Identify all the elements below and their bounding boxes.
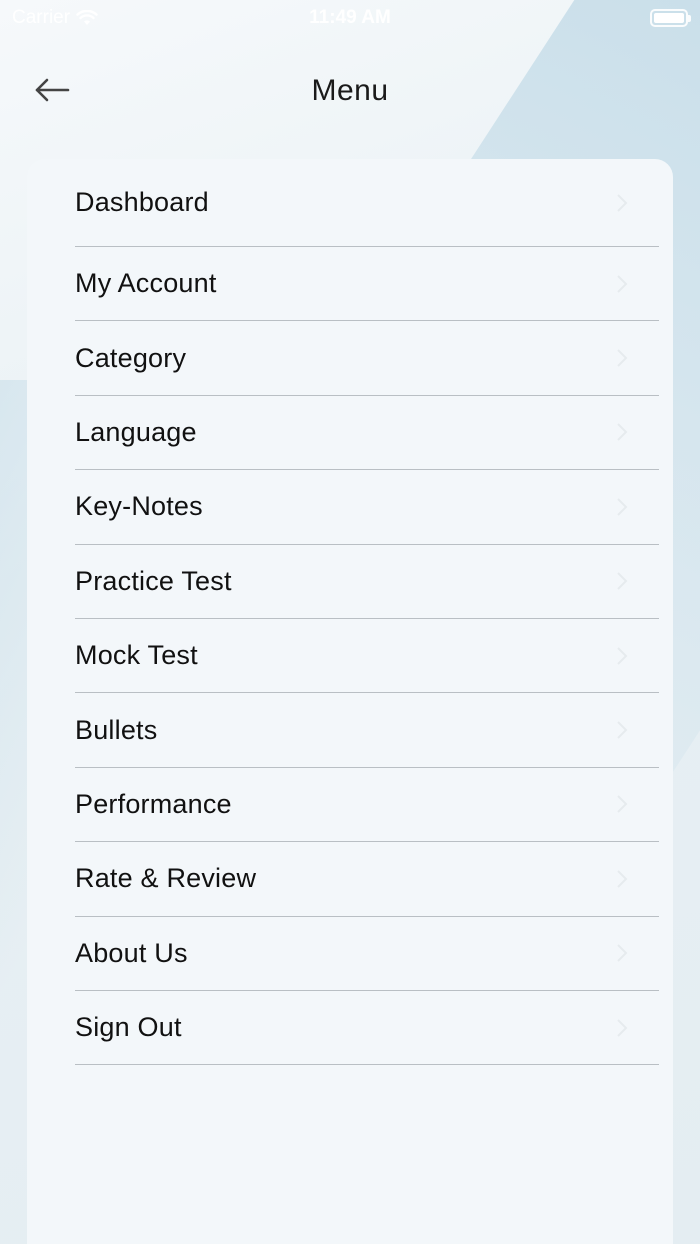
status-bar: Carrier 11:49 AM	[0, 0, 700, 36]
menu-item-dashboard[interactable]: Dashboard	[75, 159, 659, 247]
chevron-right-icon	[617, 721, 628, 739]
menu-item-label: Language	[75, 416, 197, 447]
chevron-right-icon	[617, 795, 628, 814]
menu-item-label: Performance	[75, 788, 232, 819]
menu-item-performance[interactable]: Performance	[75, 768, 659, 843]
menu-card: Dashboard My Account Category Language K…	[27, 159, 673, 1244]
chevron-right-icon	[617, 274, 628, 293]
menu-item-label: About Us	[75, 937, 188, 968]
page-title: Menu	[311, 74, 389, 107]
menu-item-label: Mock Test	[75, 640, 198, 671]
menu-item-label: Practice Test	[75, 565, 232, 596]
menu-item-label: Bullets	[75, 714, 158, 745]
menu-item-my-account[interactable]: My Account	[75, 247, 659, 322]
menu-list: Dashboard My Account Category Language K…	[27, 159, 673, 1066]
chevron-right-icon	[617, 1018, 628, 1037]
header: Menu	[0, 60, 700, 120]
menu-item-rate-review[interactable]: Rate & Review	[75, 842, 659, 917]
menu-item-category[interactable]: Category	[75, 321, 659, 396]
status-time: 11:49 AM	[309, 7, 391, 28]
chevron-right-icon	[617, 349, 628, 367]
chevron-right-icon	[617, 870, 628, 888]
menu-item-label: Key-Notes	[75, 491, 203, 522]
menu-item-label: Rate & Review	[75, 863, 257, 894]
menu-item-label: Sign Out	[75, 1012, 182, 1043]
menu-item-practice-test[interactable]: Practice Test	[75, 545, 659, 619]
chevron-right-icon	[617, 498, 628, 516]
menu-item-sign-out[interactable]: Sign Out	[75, 991, 659, 1066]
menu-item-about-us[interactable]: About Us	[75, 917, 659, 991]
menu-item-label: Category	[75, 342, 187, 373]
chevron-right-icon	[617, 944, 628, 962]
chevron-right-icon	[617, 572, 628, 590]
menu-item-bullets[interactable]: Bullets	[75, 693, 659, 768]
chevron-right-icon	[617, 646, 628, 665]
menu-item-language[interactable]: Language	[75, 396, 659, 471]
menu-item-label: Dashboard	[75, 187, 209, 217]
battery-icon	[650, 9, 691, 27]
menu-item-mock-test[interactable]: Mock Test	[75, 619, 659, 694]
menu-item-key-notes[interactable]: Key-Notes	[75, 470, 659, 545]
menu-item-label: My Account	[75, 268, 217, 299]
chevron-right-icon	[617, 423, 628, 442]
chevron-right-icon	[617, 193, 628, 212]
